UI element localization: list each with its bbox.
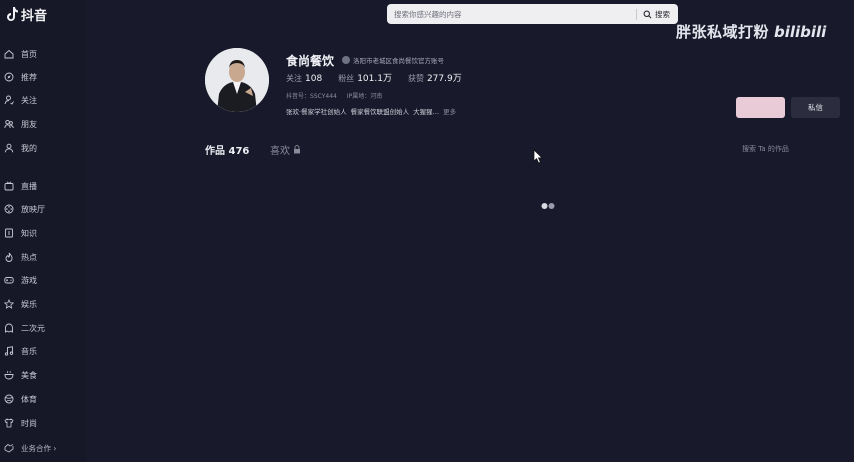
sidebar-item-label: 朋友 bbox=[21, 119, 37, 129]
loading-spinner-icon bbox=[541, 203, 555, 209]
sidebar-item-label: 推荐 bbox=[21, 72, 37, 82]
star-icon bbox=[4, 299, 14, 309]
message-button[interactable]: 私信 bbox=[791, 97, 840, 118]
cinema-icon bbox=[4, 204, 14, 214]
sidebar-item-label: 二次元 bbox=[21, 323, 45, 333]
friends-icon bbox=[4, 119, 14, 129]
search-button-label: 搜索 bbox=[655, 9, 670, 19]
sidebar-item[interactable]: 游戏 bbox=[0, 271, 86, 289]
handshake-icon bbox=[4, 443, 14, 453]
search-icon bbox=[643, 10, 652, 18]
sidebar-item-label: 直播 bbox=[21, 181, 37, 191]
tab-likes[interactable]: 喜欢 bbox=[270, 142, 301, 157]
stat-likes-value: 277.9万 bbox=[426, 74, 462, 84]
sidebar-item-label: 首页 bbox=[21, 49, 37, 59]
douyin-note-icon bbox=[7, 7, 18, 21]
stat-followers-label[interactable]: 粉丝 bbox=[338, 73, 354, 84]
sidebar-item[interactable]: 推荐 bbox=[0, 68, 86, 86]
bio-more-link[interactable]: 更多 bbox=[443, 106, 456, 116]
tab-likes-label: 喜欢 bbox=[270, 146, 290, 157]
sidebar-item[interactable]: 时尚 bbox=[0, 414, 86, 432]
sidebar-item[interactable]: 首页 bbox=[0, 45, 86, 63]
svg-text:bilibili: bilibili bbox=[774, 23, 827, 41]
search-works-link[interactable]: 搜索 Ta 的作品 bbox=[742, 144, 789, 154]
profile-stats: 关注 108 粉丝 101.1万 获赞 277.9万 bbox=[286, 71, 478, 84]
sidebar-item-label: 知识 bbox=[21, 228, 37, 238]
home-icon bbox=[4, 49, 14, 59]
lock-icon bbox=[294, 145, 300, 154]
douyin-logo[interactable]: 抖音 bbox=[5, 4, 47, 24]
stat-following-value[interactable]: 108 bbox=[305, 74, 322, 84]
profile-bio: 张欢·餐家学社创始人 餐家餐饮联盟创始人 大猩猩… 更多 bbox=[286, 106, 456, 116]
sidebar-item-label: 放映厅 bbox=[21, 204, 45, 214]
live-tv-icon bbox=[4, 181, 14, 191]
bilibili-logo: bilibili bbox=[774, 23, 827, 41]
mouse-cursor-icon bbox=[533, 149, 543, 164]
verification-text: 洛阳市老城区食尚餐饮官方账号 bbox=[353, 57, 444, 65]
search-input[interactable] bbox=[387, 5, 636, 23]
user-icon bbox=[4, 143, 14, 153]
stat-following-label[interactable]: 关注 bbox=[286, 73, 302, 84]
search-button[interactable]: 搜索 bbox=[637, 9, 678, 20]
business-cooperation-label: 业务合作 › bbox=[21, 443, 57, 453]
gamepad-icon bbox=[4, 275, 14, 285]
douyin-id-label: 抖音号： bbox=[286, 93, 311, 100]
sidebar-item[interactable]: 音乐 bbox=[0, 342, 86, 360]
search-bar: 搜索 bbox=[387, 4, 678, 24]
sidebar-item-label: 热点 bbox=[21, 252, 37, 262]
bio-item: 大猩猩… bbox=[413, 108, 440, 116]
sidebar-item-label: 游戏 bbox=[21, 275, 37, 285]
sidebar-item-label: 音乐 bbox=[21, 346, 37, 356]
ghost-icon bbox=[4, 323, 14, 333]
sidebar-item-label: 时尚 bbox=[21, 418, 37, 428]
sidebar-item[interactable]: 娱乐 bbox=[0, 295, 86, 313]
video-watermark: 胖张私域打粉 bilibili bbox=[676, 20, 835, 42]
sidebar-item[interactable]: 直播 bbox=[0, 177, 86, 195]
profile-meta: 抖音号：SSCY444 IP属地：河南 bbox=[286, 91, 382, 100]
stat-followers-value[interactable]: 101.1万 bbox=[357, 71, 392, 84]
watermark-text: 胖张私域打粉 bbox=[676, 22, 770, 41]
stat-likes-label: 获赞 bbox=[407, 74, 424, 83]
music-icon bbox=[4, 346, 14, 356]
bio-item: 餐家餐饮联盟创始人 bbox=[350, 108, 410, 116]
user-follow-icon bbox=[4, 95, 14, 105]
bio-item: 张欢·餐家学社创始人 bbox=[286, 108, 347, 116]
logo-text: 抖音 bbox=[21, 8, 48, 24]
ip-label: IP属地： bbox=[346, 93, 371, 100]
sidebar-item[interactable]: 热点 bbox=[0, 248, 86, 266]
profile-name: 食尚餐饮 bbox=[286, 54, 335, 68]
verified-icon bbox=[342, 56, 350, 64]
sidebar-item-label: 体育 bbox=[21, 394, 37, 404]
avatar-portrait-image bbox=[205, 48, 269, 112]
compass-icon bbox=[4, 72, 14, 82]
food-icon bbox=[4, 370, 14, 380]
sidebar-item-label: 关注 bbox=[21, 95, 37, 105]
sidebar-item-label: 我的 bbox=[21, 143, 37, 153]
sidebar-item-label: 美食 bbox=[21, 370, 37, 380]
sidebar-item-label: 娱乐 bbox=[21, 299, 37, 309]
shirt-icon bbox=[4, 418, 14, 428]
business-cooperation-link[interactable]: 业务合作 › bbox=[0, 439, 86, 457]
sidebar-item[interactable]: 美食 bbox=[0, 366, 86, 384]
book-icon bbox=[4, 228, 14, 238]
flame-icon bbox=[4, 252, 14, 262]
tab-works-count: 476 bbox=[228, 146, 250, 157]
douyin-id: SSCY444 bbox=[310, 93, 337, 100]
sidebar: 抖音 首页推荐关注朋友我的直播放映厅知识热点游戏娱乐二次元音乐美食体育时尚 业务… bbox=[0, 0, 86, 462]
sidebar-item[interactable]: 我的 bbox=[0, 139, 86, 157]
avatar[interactable] bbox=[205, 48, 269, 112]
sidebar-item[interactable]: 关注 bbox=[0, 91, 86, 109]
tab-works-label: 作品 bbox=[205, 146, 225, 157]
sidebar-item[interactable]: 知识 bbox=[0, 224, 86, 242]
sidebar-item[interactable]: 体育 bbox=[0, 390, 86, 408]
verification-badge: 洛阳市老城区食尚餐饮官方账号 bbox=[342, 55, 444, 65]
sidebar-item[interactable]: 二次元 bbox=[0, 319, 86, 337]
sidebar-item[interactable]: 放映厅 bbox=[0, 200, 86, 218]
sidebar-item[interactable]: 朋友 bbox=[0, 115, 86, 133]
ip-location: 河南 bbox=[370, 93, 383, 100]
follow-button[interactable] bbox=[736, 97, 785, 118]
ball-icon bbox=[4, 394, 14, 404]
tab-works[interactable]: 作品 476 bbox=[205, 142, 249, 157]
